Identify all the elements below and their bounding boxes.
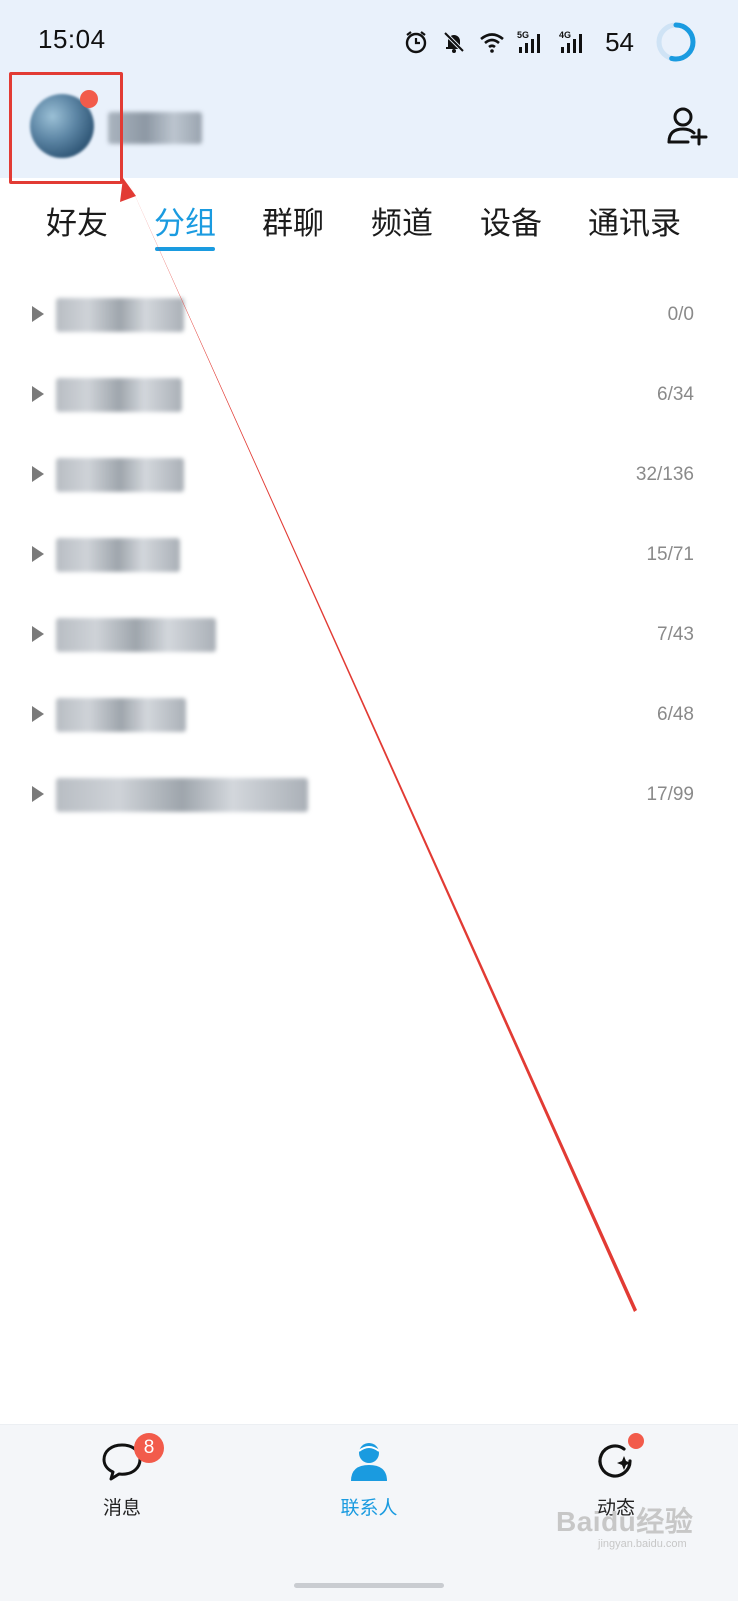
expand-arrow-icon (32, 466, 44, 482)
expand-arrow-icon (32, 706, 44, 722)
group-name (56, 378, 182, 412)
group-name (56, 538, 180, 572)
group-count: 6/48 (657, 704, 694, 725)
nav-contacts-label: 联系人 (340, 1498, 398, 1519)
network-5g-label: 5G (517, 30, 529, 40)
nav-messages-label: 消息 (102, 1498, 141, 1519)
mute-bell-icon (443, 31, 465, 53)
group-count: 0/0 (667, 304, 694, 325)
signal-5g-icon: 5G (517, 30, 541, 53)
group-count: 32/136 (635, 464, 694, 485)
expand-arrow-icon (32, 306, 44, 322)
add-user-icon[interactable] (666, 104, 710, 148)
group-row[interactable]: 7/43 (0, 602, 738, 682)
wifi-icon (480, 33, 504, 53)
status-time: 15:04 (38, 24, 106, 54)
group-count: 7/43 (657, 624, 694, 645)
baidu-watermark: Baidu经验 (556, 1506, 694, 1537)
battery-level: 54 (605, 26, 634, 57)
signal-4g-icon: 4G (559, 30, 583, 53)
moments-notification-dot (628, 1433, 644, 1449)
tab-devices[interactable]: 设备 (480, 198, 542, 243)
tab-friends[interactable]: 好友 (46, 198, 108, 243)
tab-address-book[interactable]: 通讯录 (588, 198, 681, 243)
group-row[interactable]: 15/71 (0, 522, 738, 602)
expand-arrow-icon (32, 386, 44, 402)
nav-messages[interactable]: 8 消息 (52, 1425, 192, 1545)
group-row[interactable]: 6/48 (0, 682, 738, 762)
expand-arrow-icon (32, 626, 44, 642)
group-name (56, 778, 308, 812)
unread-badge: 8 (134, 1433, 164, 1463)
group-count: 15/71 (646, 544, 694, 565)
home-indicator[interactable] (294, 1583, 444, 1588)
status-icons: 5G 4G 54 (403, 18, 698, 66)
expand-arrow-icon (32, 546, 44, 562)
tab-group-chats[interactable]: 群聊 (262, 198, 324, 243)
contacts-person-icon (351, 1443, 387, 1481)
contact-tabs: 好友 分组 群聊 频道 设备 通讯录 (0, 198, 738, 258)
group-row[interactable]: 32/136 (0, 442, 738, 522)
nav-contacts[interactable]: 联系人 (299, 1425, 439, 1545)
network-4g-label: 4G (559, 30, 571, 40)
group-name (56, 618, 216, 652)
group-name (56, 458, 184, 492)
expand-arrow-icon (32, 786, 44, 802)
annotation-highlight-box (9, 72, 123, 184)
baidu-watermark-url: jingyan.baidu.com (598, 1538, 687, 1550)
tab-groups[interactable]: 分组 (154, 198, 216, 243)
group-count: 17/99 (646, 784, 694, 805)
battery-ring-icon (656, 22, 696, 62)
active-tab-indicator (155, 247, 215, 251)
alarm-icon (405, 31, 427, 54)
tab-channels[interactable]: 频道 (371, 198, 433, 243)
group-row[interactable]: 17/99 (0, 762, 738, 842)
group-row[interactable]: 6/34 (0, 362, 738, 442)
group-row[interactable]: 0/0 (0, 282, 738, 362)
group-count: 6/34 (657, 384, 694, 405)
group-name (56, 298, 184, 332)
group-name (56, 698, 186, 732)
